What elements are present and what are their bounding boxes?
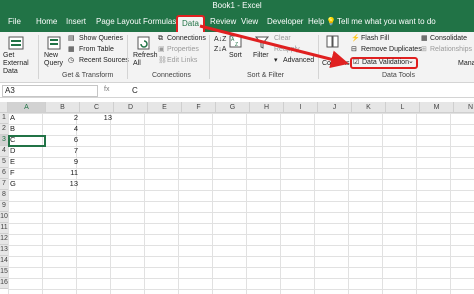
formula-input[interactable]: C <box>132 86 138 95</box>
cell-C1[interactable]: 13 <box>80 113 112 124</box>
row-header-6[interactable]: 6 <box>0 168 8 179</box>
cell-B5[interactable]: 9 <box>46 157 78 168</box>
column-header-F[interactable]: F <box>182 102 216 113</box>
spreadsheet-grid: ABCDEFGHIJKLMN 1 2 3 4 5 6 7 8 9 10 11 12 13 14 15 16 A… <box>0 102 474 294</box>
cell-B7[interactable]: 13 <box>46 179 78 190</box>
row-header-1[interactable]: 1 <box>0 113 8 124</box>
cell-A5[interactable]: E <box>8 157 44 168</box>
column-header-E[interactable]: E <box>148 102 182 113</box>
column-header-D[interactable]: D <box>114 102 148 113</box>
column-header-A[interactable]: A <box>8 102 46 113</box>
column-header-L[interactable]: L <box>386 102 420 113</box>
active-cell-A3[interactable] <box>8 135 46 147</box>
column-header-M[interactable]: M <box>420 102 454 113</box>
column-header-I[interactable]: I <box>284 102 318 113</box>
column-header-B[interactable]: B <box>46 102 80 113</box>
cell-B3[interactable]: 6 <box>46 135 78 146</box>
cell-A1[interactable]: A <box>8 113 44 124</box>
cell-B2[interactable]: 4 <box>46 124 78 135</box>
column-header-K[interactable]: K <box>352 102 386 113</box>
name-box[interactable]: A3 <box>2 85 98 97</box>
cell-B6[interactable]: 11 <box>46 168 78 179</box>
row-header-14[interactable]: 14 <box>0 256 8 267</box>
row-header-15[interactable]: 15 <box>0 267 8 278</box>
row-header-9[interactable]: 9 <box>0 201 8 212</box>
row-header-12[interactable]: 12 <box>0 234 8 245</box>
cell-B4[interactable]: 7 <box>46 146 78 157</box>
row-header-5[interactable]: 5 <box>0 157 8 168</box>
cell-B1[interactable]: 2 <box>46 113 78 124</box>
cell-A4[interactable]: D <box>8 146 44 157</box>
cell-A2[interactable]: B <box>8 124 44 135</box>
row-header-2[interactable]: 2 <box>0 124 8 135</box>
select-all-corner[interactable] <box>0 102 8 113</box>
column-header-N[interactable]: N <box>454 102 474 113</box>
fx-icon[interactable]: fx <box>104 86 109 93</box>
formula-bar: A3 fx C <box>0 84 474 98</box>
row-header-13[interactable]: 13 <box>0 245 8 256</box>
cell-A7[interactable]: G <box>8 179 44 190</box>
row-header-7[interactable]: 7 <box>0 179 8 190</box>
row-header-11[interactable]: 11 <box>0 223 8 234</box>
cell-A6[interactable]: F <box>8 168 44 179</box>
row-header-16[interactable]: 16 <box>0 278 8 289</box>
column-header-J[interactable]: J <box>318 102 352 113</box>
column-header-C[interactable]: C <box>80 102 114 113</box>
row-header-4[interactable]: 4 <box>0 146 8 157</box>
row-header-8[interactable]: 8 <box>0 190 8 201</box>
row-header-10[interactable]: 10 <box>0 212 8 223</box>
column-header-G[interactable]: G <box>216 102 250 113</box>
column-header-H[interactable]: H <box>250 102 284 113</box>
row-header-3[interactable]: 3 <box>0 135 8 146</box>
